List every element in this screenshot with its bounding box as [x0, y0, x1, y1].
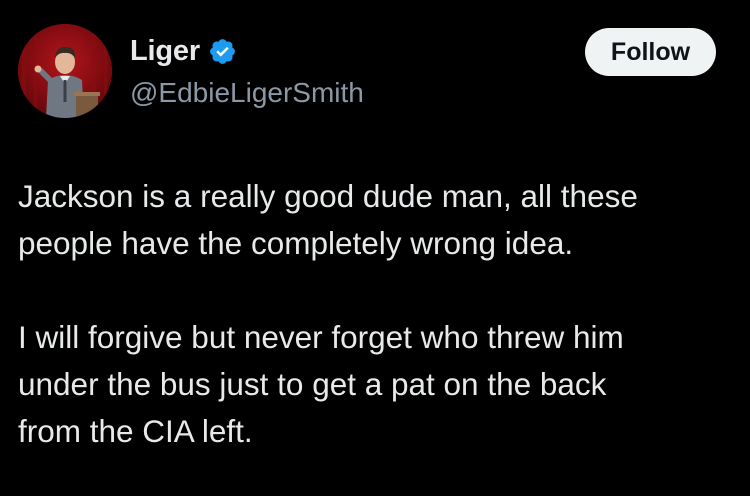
author-handle[interactable]: @EdbieLigerSmith	[130, 76, 364, 110]
avatar-image	[18, 24, 112, 118]
tweet-card: Liger @EdbieLigerSmith Follow Jackson is…	[0, 0, 750, 496]
verified-badge-icon	[210, 38, 235, 64]
tweet-body: Jackson is a really good dude man, all t…	[18, 173, 733, 455]
author-name-row: Liger	[130, 34, 237, 68]
follow-button[interactable]: Follow	[585, 28, 716, 76]
tweet-paragraph: Jackson is a really good dude man, all t…	[18, 178, 638, 261]
author-display-name[interactable]: Liger	[130, 34, 200, 68]
author-avatar[interactable]	[18, 24, 112, 118]
tweet-paragraph: I will forgive but never forget who thre…	[18, 319, 624, 449]
